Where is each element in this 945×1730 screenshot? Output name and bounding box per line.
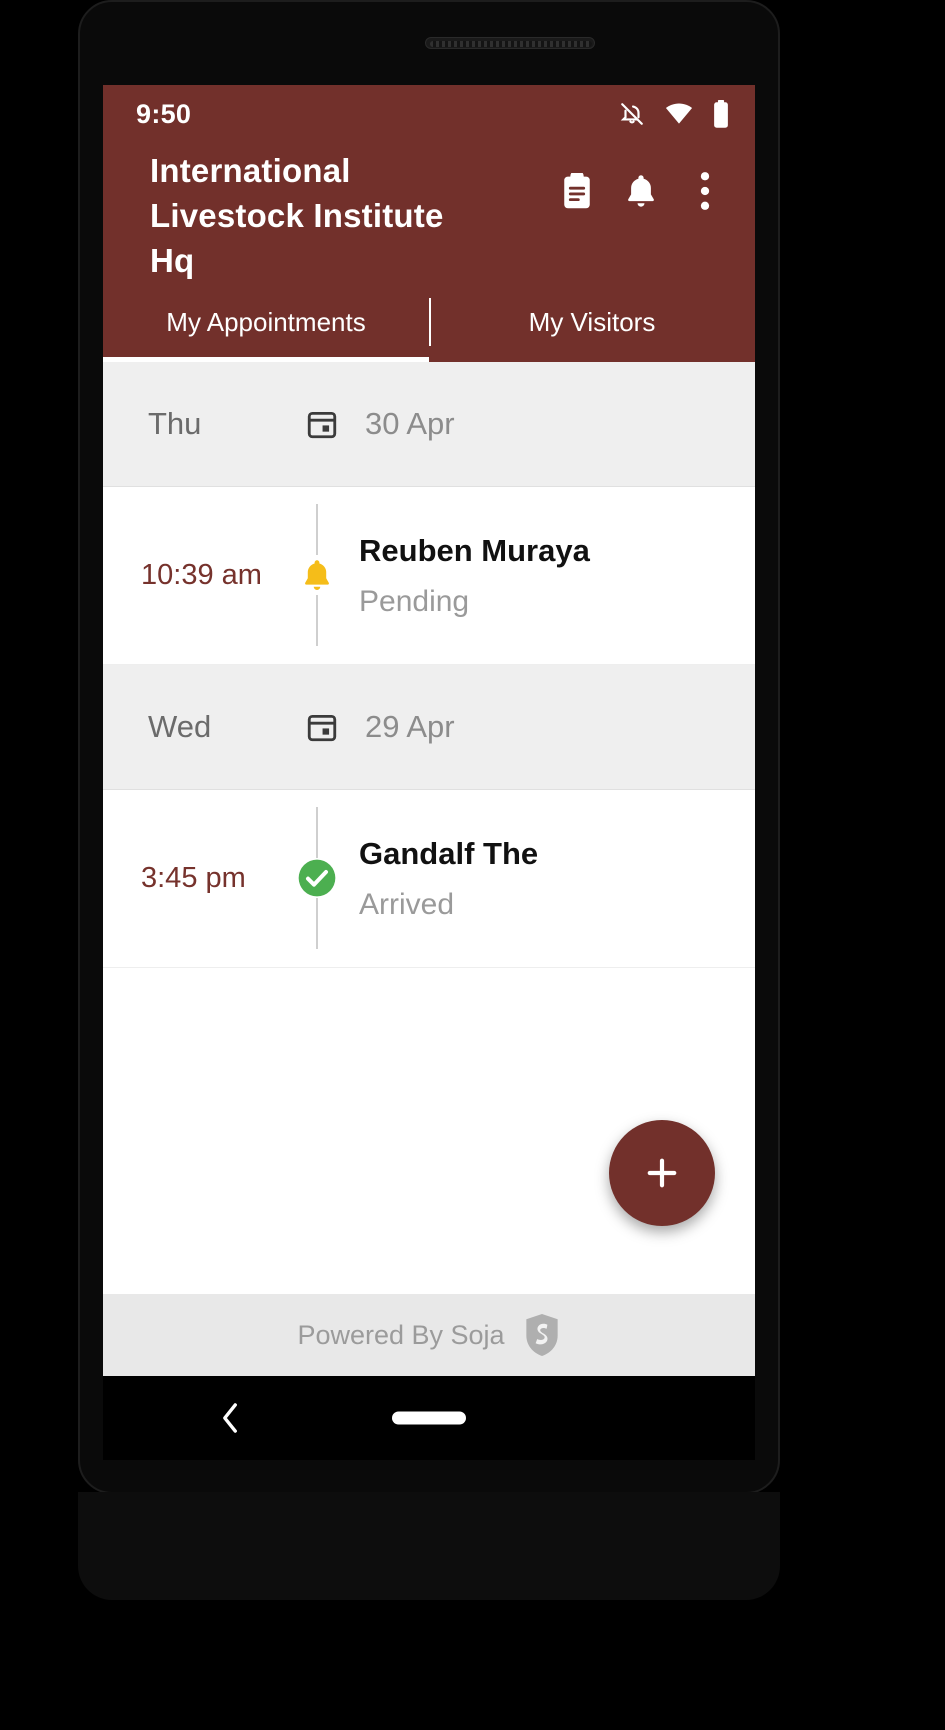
- device-frame: 9:50 International Livestock Institute H…: [0, 0, 945, 1730]
- plus-icon: [641, 1152, 683, 1194]
- battery-full-icon: [713, 100, 729, 128]
- appointment-visitor-name: Gandalf The: [359, 835, 539, 871]
- appointment-row[interactable]: 10:39 am Reuben Muraya Pending: [103, 486, 755, 665]
- bell-icon[interactable]: [613, 163, 669, 219]
- status-bar-icons: [619, 100, 729, 128]
- clipboard-icon[interactable]: [549, 163, 605, 219]
- app-screen: 9:50 International Livestock Institute H…: [103, 85, 755, 1376]
- appointment-status: Arrived: [359, 888, 455, 922]
- date-group-header: Thu 30 Apr: [103, 361, 755, 487]
- overflow-menu-icon[interactable]: [677, 163, 733, 219]
- date-group-day: Thu: [148, 405, 202, 441]
- appointment-visitor-name: Reuben Muraya: [359, 532, 590, 568]
- appointment-timeline: [289, 807, 345, 950]
- status-bar-time: 9:50: [136, 98, 192, 129]
- date-group-header: Wed 29 Apr: [103, 664, 755, 790]
- appointment-info: Gandalf The Arrived: [345, 834, 538, 922]
- tab-my-appointments[interactable]: My Appointments: [103, 284, 429, 362]
- android-navigation-bar: [103, 1376, 755, 1460]
- add-appointment-fab[interactable]: [609, 1120, 715, 1226]
- header-actions: [549, 149, 733, 284]
- calendar-icon: [302, 707, 342, 747]
- date-group-date: 29 Apr: [365, 708, 455, 744]
- notifications-off-icon: [619, 101, 645, 127]
- status-bar: 9:50: [103, 85, 755, 143]
- date-group-date: 30 Apr: [365, 405, 455, 441]
- home-pill-indicator[interactable]: [392, 1411, 466, 1425]
- tab-bar: My Appointments My Visitors: [103, 284, 755, 362]
- footer: Powered By Soja: [103, 1294, 755, 1376]
- soja-shield-logo: [523, 1313, 561, 1357]
- date-group-day: Wed: [148, 708, 212, 744]
- tab-my-visitors-label: My Visitors: [528, 307, 656, 338]
- page-title: International Livestock Institute Hq: [150, 152, 444, 279]
- speaker-grille: [425, 37, 595, 49]
- phone-bottom-bezel: [78, 1492, 780, 1600]
- app-bar: 9:50 International Livestock Institute H…: [103, 85, 755, 362]
- calendar-icon: [302, 404, 342, 444]
- appointment-row[interactable]: 3:45 pm Gandalf The Arrived: [103, 789, 755, 968]
- back-chevron-icon[interactable]: [208, 1396, 252, 1440]
- tab-my-visitors[interactable]: My Visitors: [429, 284, 755, 362]
- speaker-grille-dots: [430, 41, 592, 47]
- status-bell-icon: [297, 555, 337, 596]
- appointment-timeline: [289, 504, 345, 647]
- footer-powered-by-text: Powered By Soja: [297, 1319, 505, 1350]
- wifi-icon: [665, 103, 693, 125]
- appointment-info: Reuben Muraya Pending: [345, 531, 590, 619]
- appointment-time: 10:39 am: [141, 558, 262, 591]
- appointment-time: 3:45 pm: [141, 861, 246, 894]
- appointment-status: Pending: [359, 585, 470, 619]
- tab-my-appointments-label: My Appointments: [166, 307, 366, 338]
- status-check-circle-icon: [297, 858, 337, 899]
- app-bar-title-row: International Livestock Institute Hq: [103, 143, 755, 284]
